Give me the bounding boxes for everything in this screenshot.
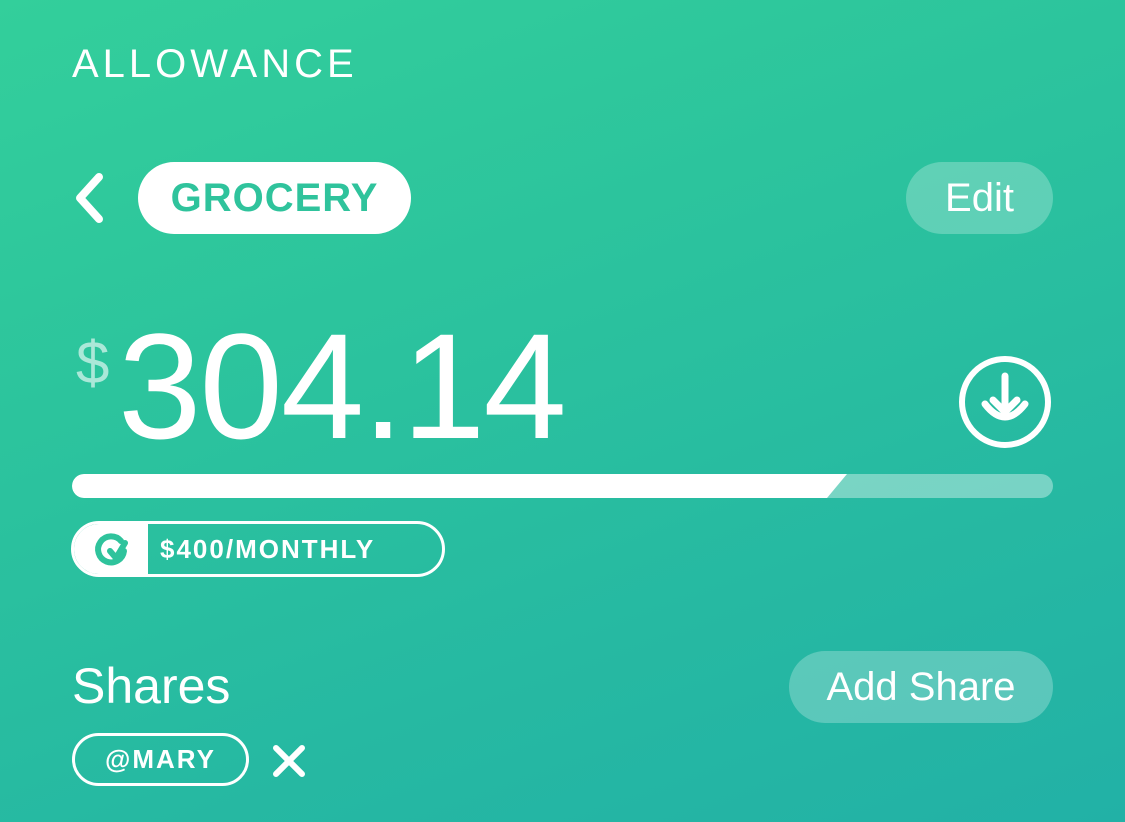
budget-limit-badge: $400/MONTHLY [71, 521, 445, 577]
remove-share-button[interactable] [268, 740, 310, 782]
allowance-screen: ALLOWANCE GROCERY Edit $ 304.14 $400/MON… [0, 0, 1125, 822]
budget-progress-fill [72, 474, 847, 498]
app-title: ALLOWANCE [72, 42, 358, 86]
budget-limit-label: $400/MONTHLY [160, 533, 376, 564]
back-button[interactable] [64, 170, 114, 226]
balance-amount: 304.14 [118, 302, 567, 470]
edit-button[interactable]: Edit [906, 162, 1053, 234]
close-icon [273, 745, 305, 777]
budget-progress-bar [72, 474, 1053, 498]
shares-heading: Shares [72, 658, 231, 714]
refresh-icon [95, 533, 128, 566]
withdraw-button[interactable] [957, 354, 1053, 450]
recurring-icon-cell [74, 524, 148, 574]
share-chip: @MARY [72, 733, 249, 786]
currency-symbol: $ [76, 329, 110, 396]
category-name: GROCERY [138, 162, 411, 234]
download-circle-icon [959, 356, 1051, 448]
chevron-left-icon [76, 173, 103, 223]
add-share-button[interactable]: Add Share [789, 651, 1053, 723]
